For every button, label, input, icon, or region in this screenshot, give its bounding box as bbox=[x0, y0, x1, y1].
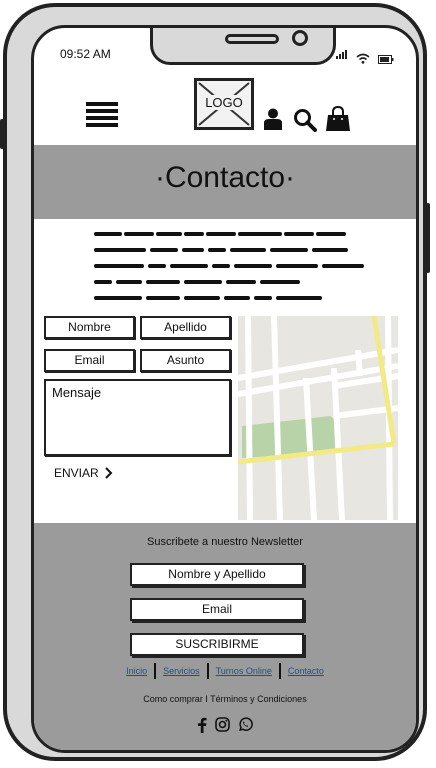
placeholder-text-scribble bbox=[94, 232, 364, 300]
social-icons bbox=[34, 717, 416, 733]
header: LOGO bbox=[34, 72, 416, 146]
battery-icon bbox=[378, 55, 394, 64]
page-title: ·Contacto· bbox=[154, 161, 296, 194]
phone-frame: 09:52 AM LOGO ·Contacto· Nombre Apellido… bbox=[0, 3, 430, 761]
notch bbox=[150, 28, 336, 65]
screen: 09:52 AM LOGO ·Contacto· Nombre Apellido… bbox=[31, 25, 419, 753]
enviar-label: ENVIAR bbox=[54, 466, 99, 480]
enviar-button[interactable]: ENVIAR bbox=[54, 466, 113, 480]
contact-banner: ·Contacto· bbox=[34, 145, 416, 219]
user-icon[interactable] bbox=[264, 108, 282, 130]
status-time: 09:52 AM bbox=[60, 47, 111, 61]
logo[interactable]: LOGO bbox=[194, 78, 254, 130]
wifi-icon bbox=[356, 53, 370, 64]
email-field[interactable]: Email bbox=[44, 349, 135, 372]
footer-link-inicio[interactable]: Inicio bbox=[119, 666, 154, 676]
subscribe-button[interactable]: SUSCRIBIRME bbox=[130, 633, 304, 656]
footer: Suscribete a nuestro Newsletter Nombre y… bbox=[34, 523, 416, 750]
facebook-icon[interactable] bbox=[197, 717, 207, 733]
newsletter-name-field[interactable]: Nombre y Apellido bbox=[130, 563, 304, 586]
hamburger-icon[interactable] bbox=[86, 102, 118, 128]
map[interactable] bbox=[238, 316, 398, 520]
footer-links: Inicio Servicios Turnos Online Contacto bbox=[34, 663, 416, 679]
side-button-left bbox=[0, 119, 4, 149]
signal-icon bbox=[336, 46, 348, 64]
chevron-right-icon bbox=[104, 467, 113, 479]
instagram-icon[interactable] bbox=[215, 717, 230, 732]
legal-links[interactable]: Como comprar I Términos y Condiciones bbox=[34, 694, 416, 704]
newsletter-email-field[interactable]: Email bbox=[130, 598, 304, 621]
status-icons bbox=[336, 46, 394, 64]
search-icon[interactable] bbox=[293, 108, 317, 132]
mensaje-textarea[interactable]: Mensaje bbox=[44, 379, 231, 456]
speaker bbox=[225, 34, 279, 44]
logo-text: LOGO bbox=[197, 95, 251, 110]
footer-link-turnos[interactable]: Turnos Online bbox=[209, 666, 279, 676]
nombre-field[interactable]: Nombre bbox=[44, 316, 135, 339]
footer-link-servicios[interactable]: Servicios bbox=[156, 666, 207, 676]
whatsapp-icon[interactable] bbox=[238, 717, 253, 732]
footer-link-contacto[interactable]: Contacto bbox=[281, 666, 331, 676]
newsletter-title: Suscribete a nuestro Newsletter bbox=[147, 536, 303, 548]
apellido-field[interactable]: Apellido bbox=[140, 316, 231, 339]
shopping-bag-icon[interactable] bbox=[325, 106, 351, 132]
asunto-field[interactable]: Asunto bbox=[140, 349, 231, 372]
camera bbox=[292, 30, 308, 46]
side-button-right bbox=[426, 203, 430, 273]
